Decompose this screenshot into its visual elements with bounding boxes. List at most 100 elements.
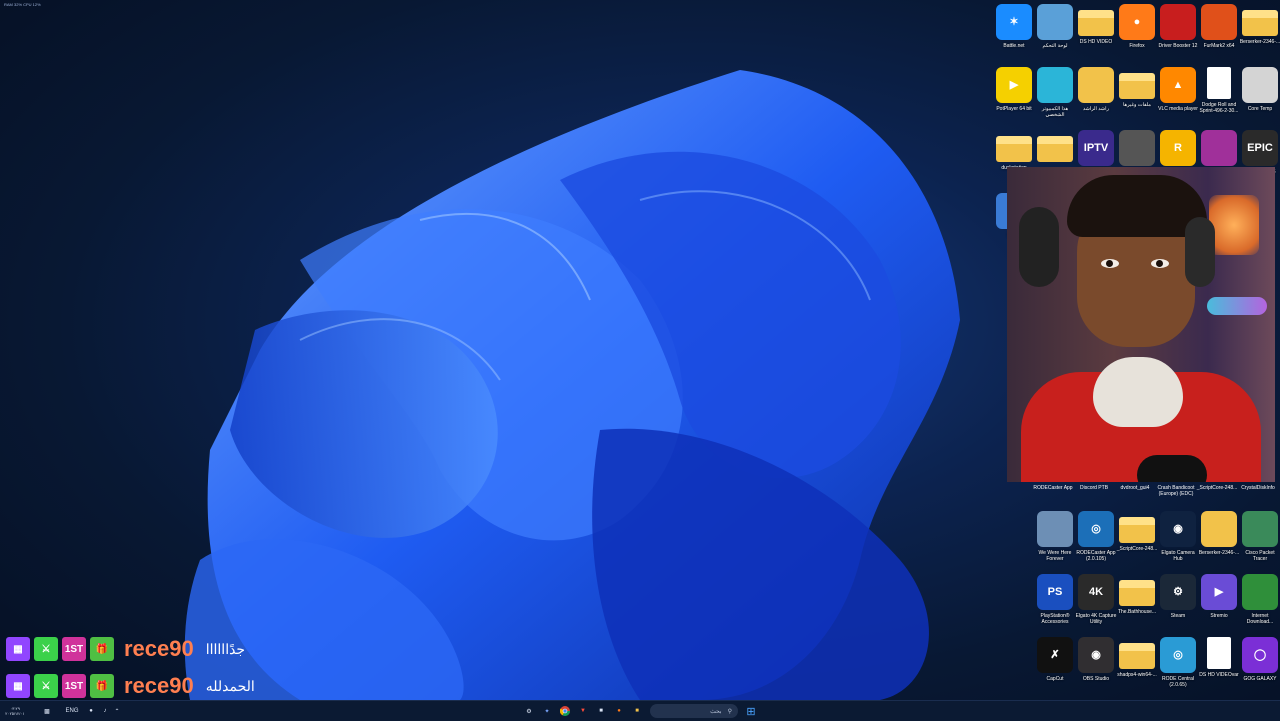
desktop-icon[interactable]: Internet Download... [1239, 574, 1280, 634]
desktop-icon[interactable]: DS HD VIDEOvar [1198, 637, 1240, 697]
desktop-icon[interactable]: PS PlayStation® Accessories [1034, 574, 1076, 634]
desktop-icon[interactable]: راشد الراشد [1075, 67, 1117, 127]
gift-badge-icon: 🎁 [90, 637, 114, 661]
furmark-icon [1201, 4, 1237, 40]
file-explorer-icon[interactable]: ■ [630, 704, 644, 718]
lamp-glow [1209, 195, 1259, 255]
desktop-icon[interactable]: لوحة التحكم [1034, 4, 1076, 64]
desktop-icon[interactable]: Driver Booster 12 [1157, 4, 1199, 64]
iptv-icon: IPTV [1078, 130, 1114, 166]
firefox-icon[interactable]: ● [612, 704, 626, 718]
start-icon[interactable]: ⊞ [744, 704, 758, 718]
camera-icon: ◉ [1160, 511, 1196, 547]
chat-line: ▦ ⚔ 1ST 🎁 rece90 جدًاااااا [6, 634, 245, 664]
desktop-icon-label: OBS Studio [1082, 676, 1110, 682]
desktop-icon-label: DS HD VIDEOvar [1199, 672, 1239, 678]
search-box[interactable]: بحث ⚲ [650, 704, 738, 718]
system-overlay-text: RAM 32% CPU 12% [4, 2, 41, 7]
rockstar-icon: R [1160, 130, 1196, 166]
desktop-icon[interactable]: ▲ VLC media player [1157, 67, 1199, 127]
desktop-icon-label: PlayStation® Accessories [1040, 613, 1070, 625]
desktop-icon-label: هذا الكمبيوتر الشخصي [1041, 106, 1069, 118]
desktop-icon[interactable]: We Were Here Forever [1034, 511, 1076, 571]
copilot-icon[interactable]: ✦ [540, 704, 554, 718]
headphone-right [1185, 217, 1215, 287]
white-collar [1093, 357, 1183, 427]
desktop-icon-label: The.Bathhouse... [1117, 609, 1157, 615]
potplayer-icon: ▶ [996, 67, 1032, 103]
folder-icon [1242, 10, 1278, 36]
folder-icon [1078, 10, 1114, 36]
desktop-icon-label: shadps4-win64-... [1117, 672, 1157, 678]
desktop-icon[interactable]: DS HD VIDEO [1075, 4, 1117, 64]
desktop-icon-label: Elgato 4K Capture Utility [1075, 613, 1117, 625]
desktop-icon-label: Elgato Camera Hub [1161, 550, 1195, 562]
desktop-icon[interactable]: ◯ GOG GALAXY [1239, 637, 1280, 697]
desktop-icon[interactable]: The.Bathhouse... [1116, 574, 1158, 634]
desktop-icon-label: راشد الراشد [1083, 106, 1109, 112]
search-icon: ⚲ [727, 708, 732, 715]
brave-icon[interactable]: ▼ [576, 704, 590, 718]
desktop-icon[interactable]: ✶ Battle.net [993, 4, 1035, 64]
desktop-icon-label: Crash Bandicoot (Europe) (EDC) [1157, 485, 1195, 497]
desktop-icon[interactable]: ▶ PotPlayer 64 bit [993, 67, 1035, 127]
desktop-icon[interactable]: Berserker-2346-... [1198, 511, 1240, 571]
desktop-icon-label: CapCut [1046, 676, 1064, 682]
core-temp-icon [1242, 67, 1278, 103]
settings-icon[interactable]: ⚙ [522, 704, 536, 718]
notification-icon[interactable]: ▩ [40, 704, 54, 718]
chat-message: الحمدلله [205, 677, 255, 694]
desktop-icon-label: لوحة التحكم [1042, 43, 1068, 49]
desktop-icon[interactable]: ◎ RODECaster App (2.0.105) [1075, 511, 1117, 571]
file-icon [1207, 67, 1231, 99]
desktop: RAM 32% CPU 12% ✶ Battle.net لوحة التحكم DS… [0, 0, 1280, 700]
microphone-icon[interactable]: ● [84, 704, 98, 718]
desktop-icon[interactable]: ● Firefox [1116, 4, 1158, 64]
desktop-icon[interactable]: ◉ Elgato Camera Hub [1157, 511, 1199, 571]
desktop-icon-label: RODECaster App (2.0.105) [1076, 550, 1116, 562]
desktop-icon-label: RODECaster App [1033, 485, 1073, 491]
desktop-icon[interactable]: _ScriptCore-248... [1116, 511, 1158, 571]
desktop-icon[interactable]: 4K Elgato 4K Capture Utility [1075, 574, 1117, 634]
desktop-icon-label: Steam [1170, 613, 1186, 619]
app-icon [1119, 130, 1155, 166]
desktop-icon[interactable]: هذا الكمبيوتر الشخصي [1034, 67, 1076, 127]
desktop-icon[interactable]: Dodge Roll and Sprint-496-2-30... [1198, 67, 1240, 127]
sword-badge-icon: ⚔ [34, 637, 58, 661]
webcam-overlay [1007, 167, 1275, 482]
driver-booster-icon [1160, 4, 1196, 40]
desktop-icon[interactable]: shadps4-win64-... [1116, 637, 1158, 697]
desktop-icon[interactable]: Berserker-2346-... [1239, 4, 1280, 64]
app-icon[interactable]: ■ [594, 704, 608, 718]
desktop-icon[interactable]: ملفات وغيرها [1116, 67, 1158, 127]
desktop-icon-label: We Were Here Forever [1038, 550, 1072, 562]
desktop-icon-label: Berserker-2346-... [1239, 39, 1280, 45]
control-panel-icon [1037, 4, 1073, 40]
first-badge-icon: 1ST [62, 637, 86, 661]
disc-icon: ◎ [1078, 511, 1114, 547]
language-indicator[interactable]: ENG [62, 704, 82, 718]
chat-message: جدًاااااا [205, 640, 246, 657]
desktop-icon-label: FurMark2 x64 [1203, 43, 1235, 49]
file-icon [1207, 637, 1231, 669]
desktop-icon-label: Driver Booster 12 [1158, 43, 1198, 49]
folder-icon [996, 136, 1032, 162]
user-folder-icon [1078, 67, 1114, 103]
battle-net-icon: ✶ [996, 4, 1032, 40]
desktop-icon[interactable]: ◎ RODE Central (2.0.65) [1157, 637, 1199, 697]
desktop-icon[interactable]: FurMark2 x64 [1198, 4, 1240, 64]
neon-light [1207, 297, 1267, 315]
desktop-icon[interactable]: ▶ Stremio [1198, 574, 1240, 634]
chrome-icon[interactable] [558, 704, 572, 718]
desktop-icon[interactable]: ⚙ Steam [1157, 574, 1199, 634]
clock[interactable]: ٠٣:٢٩ ٢٠٢٥/١٢/٠١ [4, 704, 26, 718]
disc-icon: ◎ [1160, 637, 1196, 673]
microphone [1137, 455, 1207, 482]
chevron-up-icon[interactable]: ⌃ [110, 704, 124, 718]
twitch-badge-icon: ▦ [6, 637, 30, 661]
desktop-icon[interactable]: ✗ CapCut [1034, 637, 1076, 697]
desktop-icon[interactable]: Cisco Packet Tracer [1239, 511, 1280, 571]
desktop-icon[interactable]: Core Temp [1239, 67, 1280, 127]
headphone-left [1019, 207, 1059, 287]
desktop-icon[interactable]: ◉ OBS Studio [1075, 637, 1117, 697]
